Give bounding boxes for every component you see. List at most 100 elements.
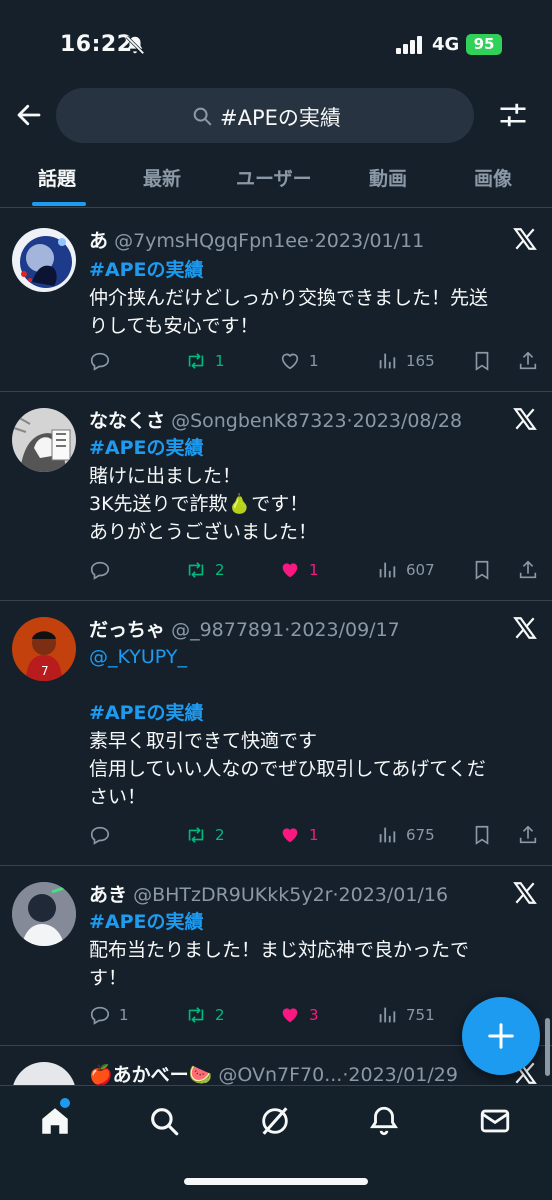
grok-icon[interactable] [258,1104,292,1138]
handle[interactable]: @7ymsHQgqFpn1ee [114,230,309,252]
display-name[interactable]: あ [89,230,108,252]
bookmark-button[interactable] [471,820,493,850]
filter-icon[interactable] [498,100,528,130]
tweet-actions: 1 1 165 [89,346,539,376]
reply-button[interactable] [89,820,119,850]
x-logo-icon [513,228,537,250]
like-button[interactable]: 1 [279,555,319,585]
hashtag-link[interactable]: #APEの実績 [89,256,519,284]
search-tabs: 話題 最新 ユーザー 動画 画像 [0,150,552,208]
tweet-actions: 2 1 607 [89,555,539,585]
heart-icon [281,353,299,370]
tab-top[interactable]: 話題 [38,164,76,191]
retweet-button[interactable]: 2 [185,1000,225,1030]
tweet-header: 🍎あかべー🍉 @OVn7F70...·2023/01/29 [89,1064,458,1086]
retweet-button[interactable]: 1 [185,346,225,376]
heart-icon [282,1008,298,1023]
handle[interactable]: @_9877891 [171,619,284,641]
views-icon [379,827,396,843]
like-button[interactable]: 1 [279,820,319,850]
compose-icon [488,1023,514,1049]
home-icon[interactable] [38,1104,72,1138]
network-type: 4G [432,34,460,55]
retweet-button[interactable]: 2 [185,555,225,585]
battery-indicator: 95 [466,34,502,55]
avatar[interactable] [12,408,76,472]
tweet-header: あ @7ymsHQgqFpn1ee·2023/01/11 [89,230,425,252]
handle[interactable]: @BHTzDR9UKkk5y2r [133,884,332,906]
status-bar: 16:22 4G 95 [0,0,552,80]
handle[interactable]: @SongbenK87323 [171,410,346,432]
like-button[interactable]: 3 [279,1000,319,1030]
home-indicator [184,1178,368,1185]
share-button[interactable] [517,346,539,376]
tweet[interactable]: 7 だっちゃ @_9877891·2023/09/17 @_KYUPY_ #AP… [0,601,552,866]
back-arrow-icon[interactable] [14,100,44,130]
bookmark-icon [475,825,489,845]
hashtag-link[interactable]: #APEの実績 [89,908,519,936]
search-input[interactable]: #APEの実績 [56,88,474,143]
messages-icon[interactable] [478,1104,512,1138]
views-icon [379,1007,396,1023]
tweet-date[interactable]: 2023/09/17 [290,619,400,641]
notifications-icon[interactable] [367,1104,401,1138]
hashtag-link[interactable]: #APEの実績 [89,434,519,462]
tab-latest[interactable]: 最新 [143,164,181,191]
display-name[interactable]: 🍎あかべー🍉 [89,1064,212,1086]
views-count[interactable]: 165 [376,346,435,376]
views-icon [379,353,396,369]
reply-icon [90,352,110,371]
avatar[interactable] [12,882,76,946]
like-button[interactable]: 1 [279,346,319,376]
compose-button[interactable] [462,997,540,1075]
reply-button[interactable]: 1 [89,1000,129,1030]
share-button[interactable] [517,555,539,585]
retweet-icon [188,353,204,369]
bookmark-icon [475,351,489,371]
hashtag-link[interactable]: #APEの実績 [89,699,519,727]
avatar[interactable] [12,228,76,292]
tweet-date[interactable]: 2023/01/16 [339,884,449,906]
display-name[interactable]: ななくさ [89,410,165,432]
heart-icon [282,828,298,843]
tweet[interactable]: ななくさ @SongbenK87323·2023/08/28 #APEの実績 賭… [0,392,552,601]
views-count[interactable]: 675 [376,820,435,850]
share-icon [519,560,537,579]
tab-videos[interactable]: 動画 [369,164,407,191]
scrollbar[interactable] [545,1018,550,1076]
explore-icon[interactable] [147,1104,181,1138]
bell-off-icon [125,35,145,55]
status-time: 16:22 [60,32,133,57]
tweet-date[interactable]: 2023/01/11 [315,230,425,252]
handle[interactable]: @OVn7F70... [218,1064,342,1086]
tab-images[interactable]: 画像 [474,164,512,191]
display-name[interactable]: あき [89,884,127,906]
x-logo-icon [513,882,537,904]
tweet-text: #APEの実績 配布当たりました！まじ対応神で良かったで す！ [89,908,519,992]
heart-icon [282,563,298,578]
home-notification-dot [60,1098,70,1108]
tweet-date[interactable]: 2023/01/29 [348,1064,458,1086]
views-count[interactable]: 607 [376,555,435,585]
retweet-button[interactable]: 2 [185,820,225,850]
bookmark-button[interactable] [471,555,493,585]
tab-people[interactable]: ユーザー [236,164,312,191]
share-icon [519,351,537,370]
search-query: #APEの実績 [220,106,341,130]
views-count[interactable]: 751 [376,1000,435,1030]
avatar[interactable]: 7 [12,617,76,681]
mention-link[interactable]: @_KYUPY_ [89,643,519,671]
share-button[interactable] [517,820,539,850]
reply-button[interactable] [89,555,119,585]
tweet-actions: 2 1 675 [89,820,539,850]
reply-button[interactable] [89,346,119,376]
retweet-icon [188,827,204,843]
avatar[interactable] [12,1062,76,1086]
tweet-text: #APEの実績 賭けに出ました！ 3K先送りで詐欺🍐です！ ありがとうございまし… [89,434,519,546]
tweet-header: あき @BHTzDR9UKkk5y2r·2023/01/16 [89,884,449,906]
display-name[interactable]: だっちゃ [89,619,165,641]
bookmark-button[interactable] [471,346,493,376]
tweet-date[interactable]: 2023/08/28 [353,410,463,432]
tweet[interactable]: あ @7ymsHQgqFpn1ee·2023/01/11 #APEの実績 仲介挟… [0,210,552,392]
views-icon [379,562,396,578]
